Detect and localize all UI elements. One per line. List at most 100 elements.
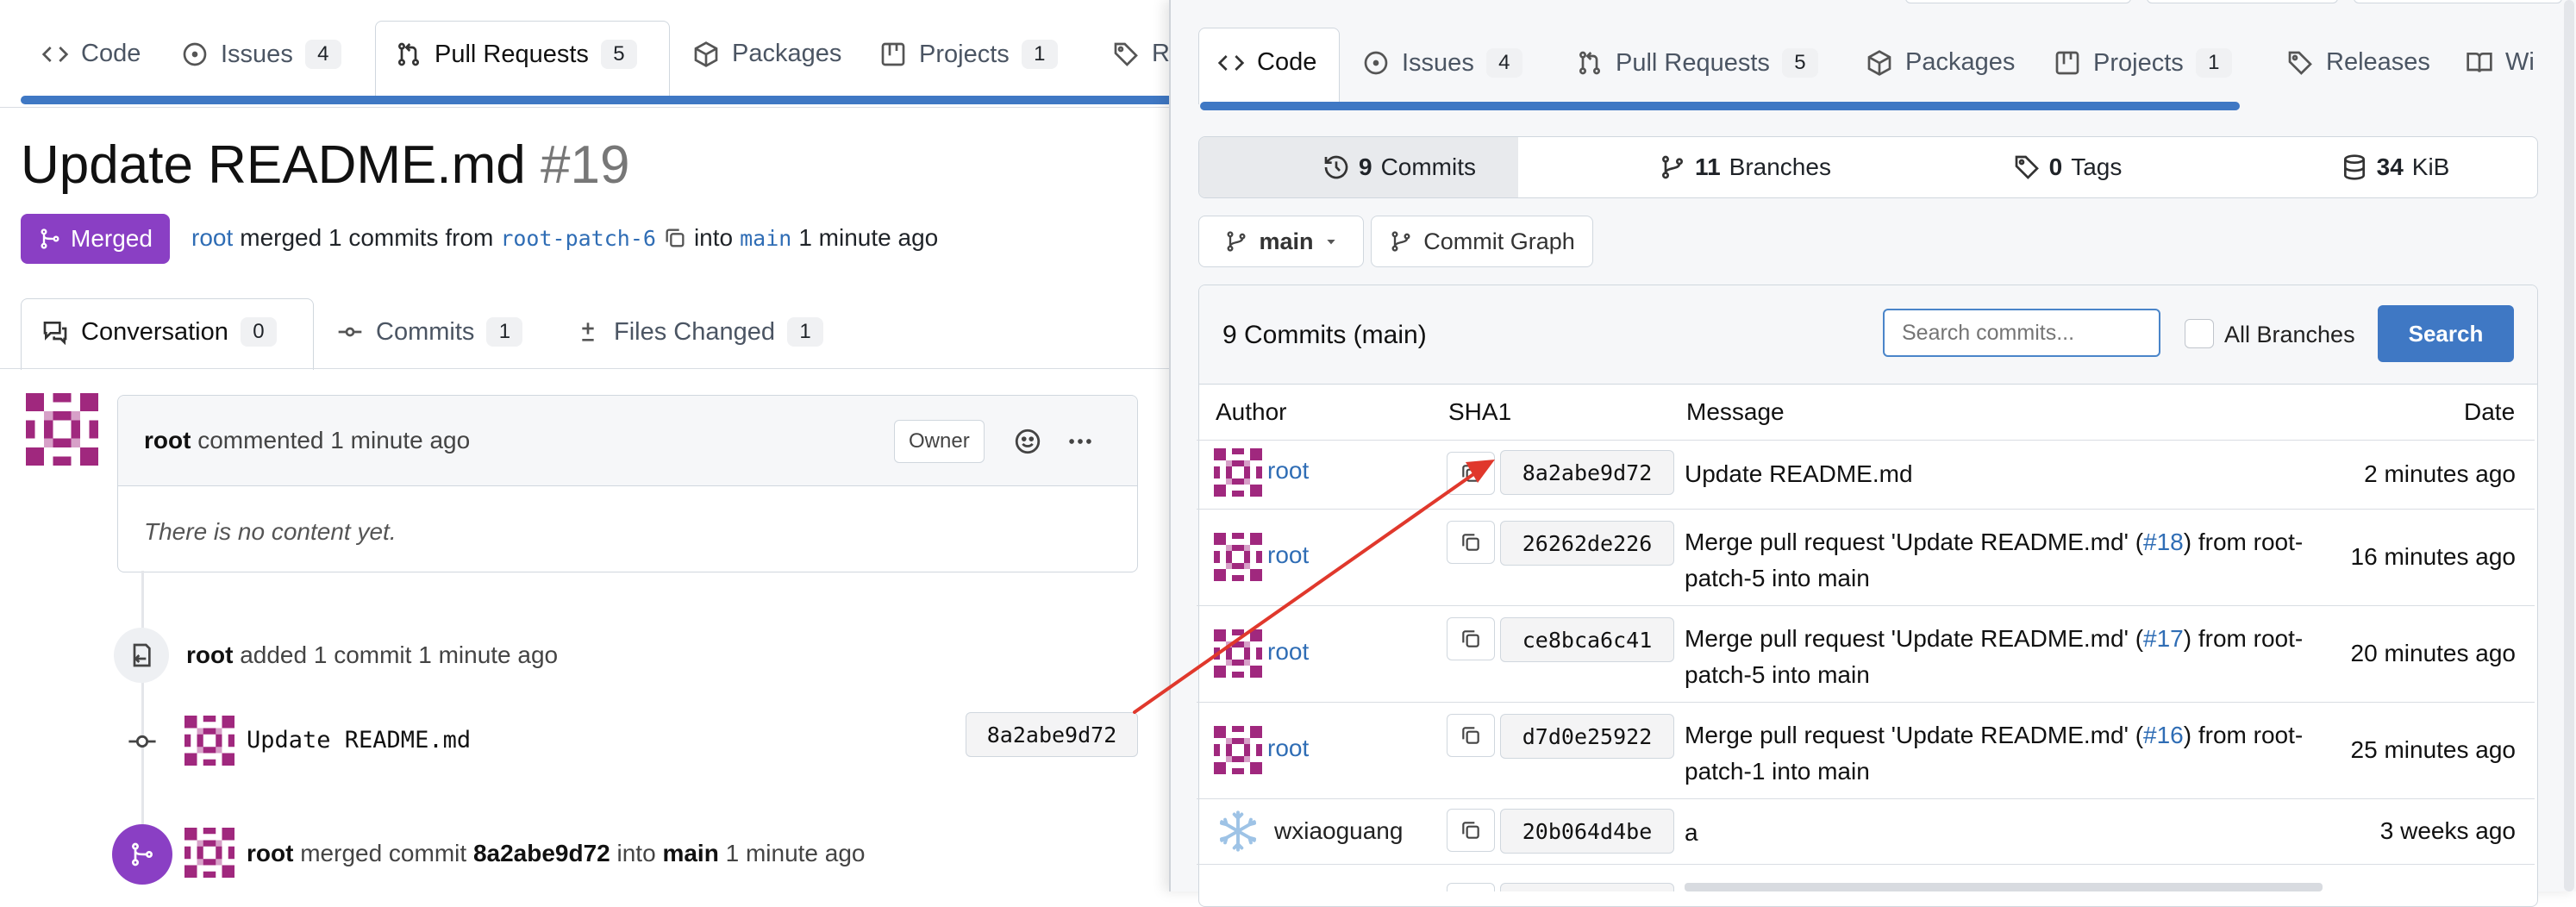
commit-message[interactable]: Update README.md (247, 727, 471, 754)
scrollbar[interactable] (2564, 0, 2574, 891)
tab-pull-requests[interactable]: Pull Requests 5 (1576, 48, 1818, 78)
table-row[interactable]: wxiaoguang 20b064d4be a 3 weeks ago (1197, 798, 2535, 864)
event-author[interactable]: root (186, 641, 233, 668)
copy-icon (1460, 628, 1482, 650)
commit-message[interactable]: Merge pull request 'Update README.md' (#… (1685, 717, 2303, 790)
stat-branches[interactable]: 11 Branches (1616, 150, 1874, 185)
stat-commits[interactable]: 9 Commits (1283, 150, 1516, 185)
search-button[interactable]: Search (2378, 305, 2514, 362)
search-button-label: Search (2408, 320, 2484, 347)
pr-link[interactable]: #17 (2143, 625, 2184, 652)
tab-wiki-partial[interactable]: Wi (2466, 48, 2535, 77)
commit-message[interactable]: Update README.md (1685, 460, 1913, 488)
table-row[interactable]: root ce8bca6c41 Merge pull request 'Upda… (1197, 605, 2535, 702)
author-link[interactable]: root (1267, 735, 1309, 762)
commit-message[interactable]: a (1685, 819, 1698, 847)
message-part: ) from root- (2183, 625, 2304, 652)
comment-meta: root commented 1 minute ago (144, 427, 470, 454)
merged-branch[interactable]: main (662, 840, 718, 866)
tab-label: Pull Requests (1616, 48, 1770, 77)
top-partial-button[interactable] (1905, 0, 2131, 3)
commit-date: 25 minutes ago (2350, 736, 2516, 763)
tab-label: Issues (221, 40, 293, 68)
sha-link[interactable]: ce8bca6c41 (1500, 617, 1674, 662)
tab-pull-requests[interactable]: Pull Requests 5 (395, 40, 637, 69)
tag-icon (2286, 49, 2314, 77)
code-icon (41, 41, 69, 68)
sha-label[interactable]: 8a2abe9d72 (966, 712, 1138, 757)
sha-link[interactable]: 26262de226 (1500, 521, 1674, 566)
copy-sha-button[interactable] (1447, 617, 1495, 660)
author-link[interactable]: root (1267, 457, 1309, 485)
tab-code[interactable]: Code (41, 40, 141, 68)
left-panel: Code Issues 4 Pull Requests 5 Packages P… (0, 0, 1184, 891)
copy-sha-button[interactable] (1447, 714, 1495, 757)
author-link[interactable]: root (1267, 541, 1309, 569)
tab-commits[interactable]: Commits 1 (336, 317, 523, 347)
tab-code[interactable]: Code (1217, 48, 1316, 77)
sha-link[interactable]: d7d0e25922 (1500, 714, 1674, 759)
tab-label: Commits (376, 317, 475, 346)
search-commits-input[interactable] (1883, 309, 2160, 357)
tab-files-changed[interactable]: Files Changed 1 (574, 317, 823, 347)
commit-message[interactable]: Merge pull request 'Update README.md' (#… (1685, 524, 2303, 597)
stat-size[interactable]: 34 KiB (2266, 150, 2524, 185)
tab-projects[interactable]: Projects 1 (2054, 48, 2232, 78)
pr-link[interactable]: #18 (2143, 529, 2184, 555)
top-partial-button[interactable] (2354, 0, 2562, 3)
tab-issues[interactable]: Issues 4 (1362, 48, 1522, 78)
table-row[interactable]: root 8a2abe9d72 Update README.md 2 minut… (1197, 440, 2535, 509)
table-row[interactable]: root 26262de226 Merge pull request 'Upda… (1197, 509, 2535, 605)
copy-sha-button[interactable] (1447, 883, 1495, 891)
table-row[interactable]: root d7d0e25922 Merge pull request 'Upda… (1197, 702, 2535, 798)
top-partial-button[interactable] (2147, 0, 2338, 3)
merge-event-icon (112, 824, 172, 885)
copy-sha-button[interactable] (1447, 452, 1495, 495)
commit-message[interactable]: Merge pull request 'Update README.md' (#… (1685, 621, 2303, 693)
author-name[interactable]: wxiaoguang (1274, 817, 1403, 845)
pr-title-text: Update README.md (21, 135, 526, 195)
event-author[interactable]: root (247, 840, 293, 866)
sha-text: 8a2abe9d72 (1522, 460, 1653, 485)
table-row-partial[interactable] (1197, 864, 2535, 891)
tab-label: Projects (919, 40, 1010, 68)
commit-icon (336, 318, 364, 346)
comment-box: root commented 1 minute ago Owner There … (117, 395, 1138, 572)
target-branch-link[interactable]: main (740, 226, 791, 251)
comment-author[interactable]: root (144, 427, 191, 454)
stat-number: 9 (1358, 153, 1372, 180)
tab-label: Issues (1402, 48, 1474, 77)
copy-icon (1460, 819, 1482, 841)
tab-label: Projects (2093, 48, 2184, 77)
more-icon[interactable] (1065, 427, 1096, 456)
package-icon (692, 41, 720, 68)
sha-link[interactable]: 20b064d4be (1500, 809, 1674, 854)
pr-count: 5 (1781, 48, 1818, 78)
avatar (184, 828, 234, 878)
author-link[interactable]: root (1267, 638, 1309, 666)
all-branches-checkbox[interactable] (2185, 319, 2214, 348)
pr-link[interactable]: #16 (2143, 722, 2184, 748)
commit-graph-button[interactable]: Commit Graph (1371, 216, 1593, 267)
author-link[interactable]: root (191, 224, 233, 252)
tab-releases[interactable]: Releases (2286, 48, 2430, 77)
tab-packages[interactable]: Packages (692, 40, 841, 68)
tab-projects[interactable]: Projects 1 (879, 40, 1058, 69)
branch-selector[interactable]: main (1198, 216, 1364, 267)
stat-tags[interactable]: 0 Tags (1938, 150, 2197, 185)
projects-count: 1 (2195, 48, 2232, 78)
comment-time: 1 minute ago (330, 427, 471, 454)
tab-conversation[interactable]: Conversation 0 (41, 317, 277, 347)
source-branch-link[interactable]: root-patch-6 (500, 226, 656, 251)
tab-issues[interactable]: Issues 4 (181, 40, 341, 69)
cut-off-message (1685, 883, 2323, 891)
merged-sha[interactable]: 8a2abe9d72 (473, 840, 610, 866)
copy-icon[interactable] (663, 226, 687, 250)
copy-sha-button[interactable] (1447, 809, 1495, 852)
emoji-icon[interactable] (1013, 427, 1042, 456)
sha-link[interactable]: 8a2abe9d72 (1500, 450, 1674, 495)
copy-sha-button[interactable] (1447, 521, 1495, 564)
commits-count: 1 (486, 317, 523, 347)
tab-packages[interactable]: Packages (1866, 48, 2015, 77)
sha-link[interactable] (1500, 883, 1674, 891)
